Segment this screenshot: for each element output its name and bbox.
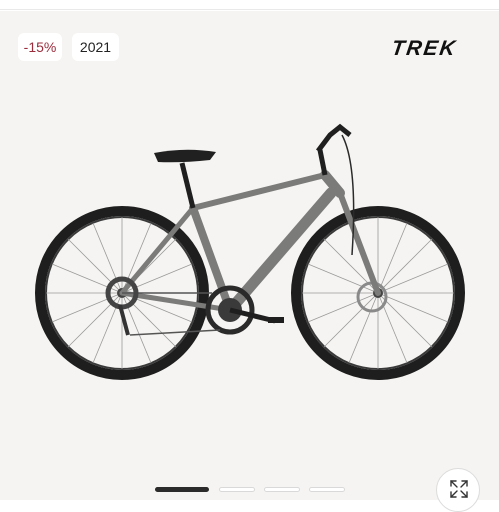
top-divider [0, 9, 499, 10]
carousel-dot-4[interactable] [309, 487, 345, 492]
expand-arrows-icon [450, 480, 468, 498]
carousel-dot-1[interactable] [155, 487, 209, 492]
image-carousel-indicator [0, 487, 499, 493]
svg-text:TREK: TREK [390, 37, 458, 58]
carousel-dot-2[interactable] [219, 487, 255, 492]
bicycle-image [35, 123, 465, 380]
model-year-badge: 2021 [72, 33, 119, 61]
expand-image-button[interactable] [436, 468, 480, 512]
carousel-dot-3[interactable] [264, 487, 300, 492]
trek-logo: TREK [390, 37, 458, 58]
discount-badge: -15% [18, 33, 62, 61]
bike-frame [119, 170, 381, 316]
